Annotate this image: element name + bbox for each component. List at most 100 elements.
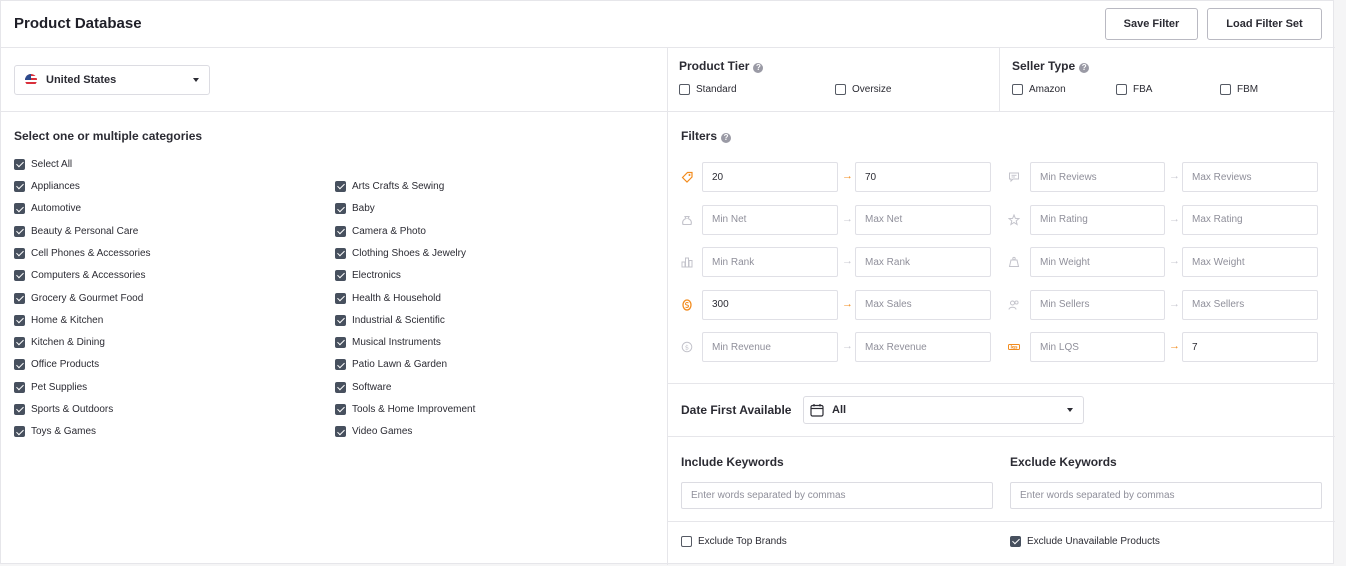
checkbox-label: Select All <box>31 159 73 170</box>
category-checkbox[interactable]: Toys & Games <box>14 426 97 438</box>
checkbox-checked-icon <box>14 404 25 415</box>
category-checkbox[interactable]: Clothing Shoes & Jewelry <box>335 247 466 259</box>
marketplace-select[interactable]: United States <box>14 65 210 95</box>
category-checkbox[interactable]: Automotive <box>14 203 81 215</box>
product-database-panel: Product Database Save Filter Load Filter… <box>0 0 1335 565</box>
filter-max-input[interactable]: Max Reviews <box>1182 162 1318 192</box>
checkbox-checked-icon <box>14 181 25 192</box>
checkbox-icon <box>1220 84 1231 95</box>
filter-min-input[interactable]: Min Rating <box>1030 204 1165 235</box>
load-filter-set-button[interactable]: Load Filter Set <box>1207 8 1322 40</box>
chevron-down-icon <box>193 78 199 82</box>
range-arrow-icon: → <box>842 340 853 353</box>
checkbox-icon <box>681 536 692 547</box>
exclude-keywords-label: Exclude Keywords <box>1010 455 1117 469</box>
select-all-checkbox[interactable]: Select All <box>14 159 72 170</box>
date-first-available-label: Date First Available <box>681 403 792 417</box>
tier-oversize-checkbox[interactable]: Oversize <box>835 84 891 95</box>
range-arrow-icon: → <box>1169 297 1180 310</box>
date-first-available-select[interactable]: All <box>803 396 1084 424</box>
category-checkbox[interactable]: Baby <box>335 203 375 215</box>
money-bag-icon <box>681 214 693 226</box>
exclude-unavailable-checkbox[interactable]: Exclude Unavailable Products <box>1010 536 1160 547</box>
product-tier-label-text: Product Tier <box>679 59 750 73</box>
checkbox-icon <box>1116 84 1127 95</box>
include-keywords-input[interactable]: Enter words separated by commas <box>681 482 993 509</box>
filter-max-input[interactable]: Max Rank <box>855 247 991 278</box>
range-arrow-icon: → <box>842 297 853 310</box>
category-checkbox[interactable]: Home & Kitchen <box>14 314 103 326</box>
category-checkbox[interactable]: Computers & Accessories <box>14 270 146 282</box>
filter-min-input[interactable]: Min LQS <box>1030 332 1165 363</box>
filter-max-input[interactable]: 7 <box>1182 332 1318 363</box>
category-checkbox[interactable]: Camera & Photo <box>335 225 426 237</box>
seller-fbm-checkbox[interactable]: FBM <box>1220 84 1258 95</box>
range-arrow-icon: → <box>842 212 853 225</box>
category-checkbox[interactable]: Grocery & Gourmet Food <box>14 292 143 304</box>
filter-max-input[interactable]: Max Weight <box>1182 247 1318 278</box>
help-icon[interactable]: ? <box>1079 63 1090 73</box>
checkbox-checked-icon <box>335 181 346 192</box>
category-checkbox[interactable]: Pet Supplies <box>14 381 87 393</box>
filter-max-input[interactable]: Max Net <box>855 204 991 235</box>
category-label: Health & Household <box>352 292 441 304</box>
seller-amazon-checkbox[interactable]: Amazon <box>1012 84 1066 95</box>
filter-max-input[interactable]: Max Revenue <box>855 332 991 363</box>
category-checkbox[interactable]: Sports & Outdoors <box>14 404 113 415</box>
checkbox-label: Amazon <box>1029 84 1066 95</box>
category-checkbox[interactable]: Video Games <box>335 426 413 438</box>
category-checkbox[interactable]: Office Products <box>14 359 99 371</box>
category-checkbox[interactable]: Tools & Home Improvement <box>335 404 475 415</box>
category-label: Musical Instruments <box>352 337 441 349</box>
category-label: Video Games <box>352 426 413 438</box>
help-icon[interactable]: ? <box>721 133 732 143</box>
filter-min-input[interactable]: Min Reviews <box>1030 162 1165 192</box>
filter-max-input[interactable]: 70 <box>855 162 991 192</box>
category-checkbox[interactable]: Musical Instruments <box>335 337 441 349</box>
page-header: Product Database Save Filter Load Filter… <box>1 1 1335 48</box>
category-label: Camera & Photo <box>352 225 426 237</box>
category-checkbox[interactable]: Health & Household <box>335 292 441 304</box>
save-filter-button[interactable]: Save Filter <box>1105 8 1198 40</box>
category-label: Industrial & Scientific <box>352 314 445 326</box>
filter-min-input[interactable]: Min Rank <box>702 247 838 278</box>
filter-min-input[interactable]: Min Net <box>702 204 838 235</box>
checkbox-checked-icon <box>335 247 346 259</box>
category-label: Toys & Games <box>31 426 97 438</box>
checkbox-checked-icon <box>14 270 25 282</box>
filter-max-input[interactable]: Max Rating <box>1182 204 1318 235</box>
checkbox-checked-icon <box>14 292 25 304</box>
help-icon[interactable]: ? <box>753 63 764 73</box>
tier-standard-checkbox[interactable]: Standard <box>679 84 737 95</box>
rank-chart-icon <box>681 256 693 268</box>
sellers-icon <box>1008 299 1020 311</box>
checkbox-checked-icon <box>14 314 25 326</box>
checkbox-checked-icon <box>335 270 346 282</box>
category-checkbox[interactable]: Beauty & Personal Care <box>14 225 138 237</box>
filter-min-input[interactable]: 20 <box>702 162 838 192</box>
checkbox-checked-icon <box>335 337 346 349</box>
category-checkbox[interactable]: Kitchen & Dining <box>14 337 105 349</box>
category-checkbox[interactable]: Patio Lawn & Garden <box>335 359 447 371</box>
category-checkbox[interactable]: Arts Crafts & Sewing <box>335 181 444 192</box>
filter-min-input[interactable]: Min Weight <box>1030 247 1165 278</box>
filter-min-input[interactable]: Min Revenue <box>702 332 838 363</box>
checkbox-label: Exclude Top Brands <box>698 536 787 547</box>
exclude-keywords-input[interactable]: Enter words separated by commas <box>1010 482 1322 509</box>
filter-min-input[interactable]: Min Sellers <box>1030 289 1165 320</box>
category-label: Kitchen & Dining <box>31 337 105 349</box>
filter-min-input[interactable]: 300 <box>702 289 838 320</box>
tier-seller-divider <box>999 48 1000 111</box>
filters-label: Filters? <box>681 129 732 143</box>
seller-fba-checkbox[interactable]: FBA <box>1116 84 1152 95</box>
category-checkbox[interactable]: Appliances <box>14 181 80 192</box>
filter-max-input[interactable]: Max Sales <box>855 289 991 320</box>
exclude-top-brands-checkbox[interactable]: Exclude Top Brands <box>681 536 787 547</box>
filter-max-input[interactable]: Max Sellers <box>1182 289 1318 320</box>
category-checkbox[interactable]: Software <box>335 381 391 393</box>
date-select-value: All <box>832 404 847 416</box>
category-checkbox[interactable]: Cell Phones & Accessories <box>14 247 151 259</box>
category-checkbox[interactable]: Electronics <box>335 270 401 282</box>
categories-heading: Select one or multiple categories <box>14 129 203 143</box>
category-checkbox[interactable]: Industrial & Scientific <box>335 314 445 326</box>
